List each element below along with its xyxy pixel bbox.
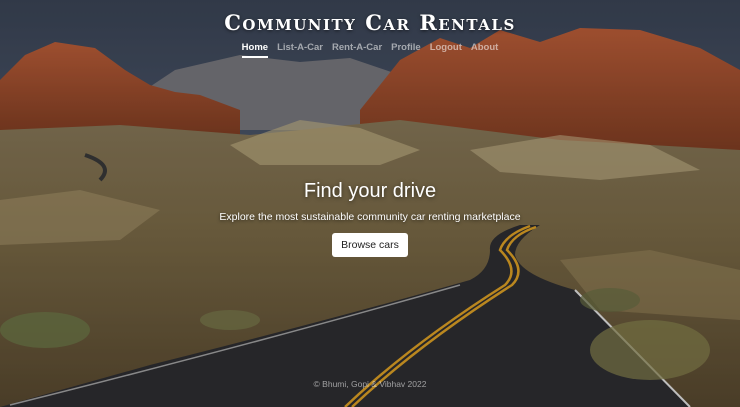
nav-logout[interactable]: Logout <box>430 42 462 58</box>
site-title: Community Car Rentals <box>224 10 516 35</box>
nav-list-a-car[interactable]: List-A-Car <box>277 42 323 58</box>
nav-about[interactable]: About <box>471 42 498 58</box>
hero-section: Find your drive Explore the most sustain… <box>0 180 740 257</box>
footer-copyright: © Bhumi, Gopi & Vibhav 2022 <box>313 379 427 389</box>
nav-profile[interactable]: Profile <box>391 42 421 58</box>
main-nav: Home List-A-Car Rent-A-Car Profile Logou… <box>0 42 740 58</box>
nav-home[interactable]: Home <box>241 42 269 58</box>
hero-subheading: Explore the most sustainable community c… <box>219 211 521 223</box>
hero-heading: Find your drive <box>303 180 437 202</box>
nav-rent-a-car[interactable]: Rent-A-Car <box>332 42 382 58</box>
browse-cars-button[interactable]: Browse cars <box>332 233 408 257</box>
